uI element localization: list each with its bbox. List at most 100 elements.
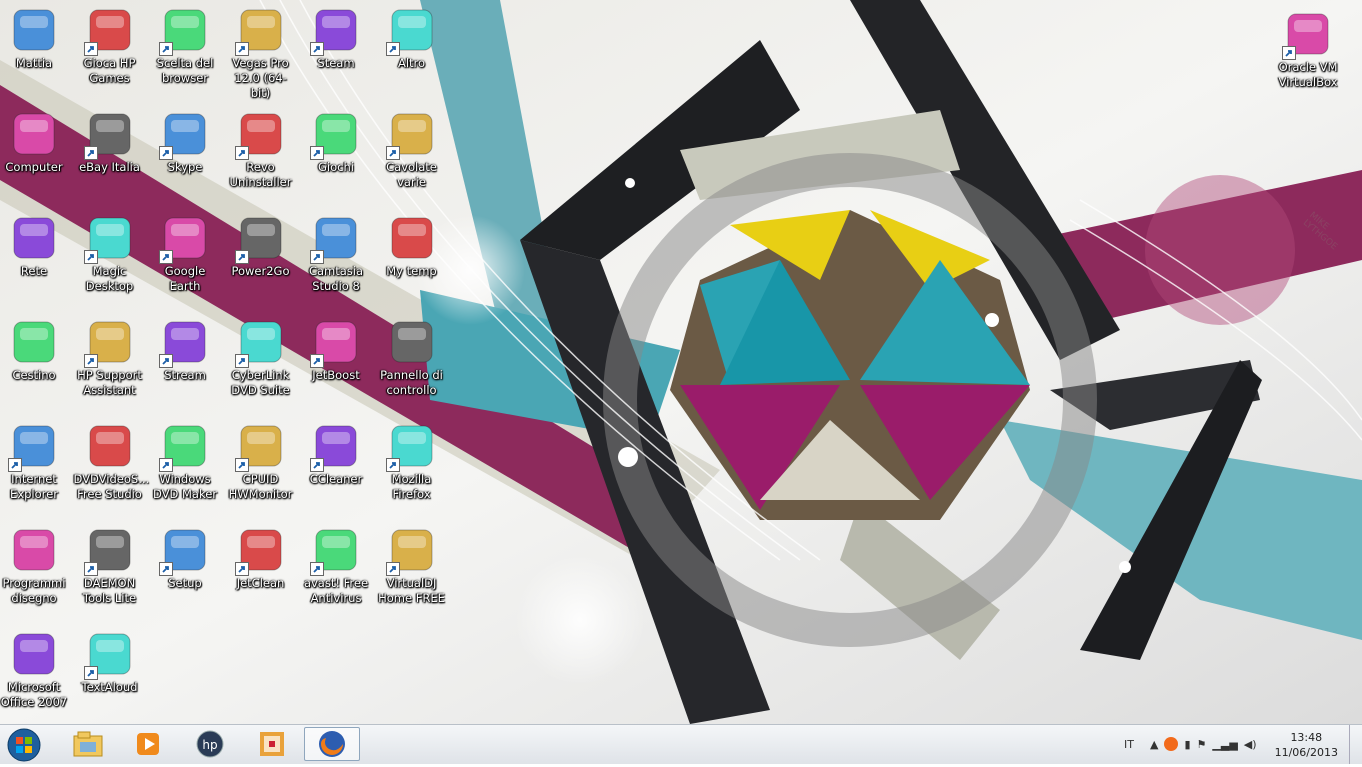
hp-support-icon	[83, 318, 134, 368]
desktop-shortcut[interactable]: VirtualDJ Home FREE	[376, 522, 448, 618]
desktop-shortcut[interactable]: JetClean	[225, 522, 297, 618]
desktop-shortcut[interactable]: Giochi	[300, 106, 372, 202]
desktop-shortcut[interactable]: JetBoost	[300, 314, 372, 410]
usb-device-icon[interactable]: ▮	[1184, 738, 1190, 751]
desktop-shortcut[interactable]: Computer	[0, 106, 70, 202]
drawing-programs-icon	[10, 526, 58, 574]
ebay-icon	[83, 110, 134, 160]
desktop-shortcut[interactable]: Programmi disegno	[0, 522, 70, 618]
taskbar-control-icon[interactable]	[244, 727, 300, 761]
desktop-shortcut[interactable]: Microsoft Office 2007	[0, 626, 70, 722]
desktop-shortcut-label: Setup	[168, 576, 202, 590]
firefox-icon	[385, 422, 436, 472]
show-desktop-button[interactable]	[1349, 725, 1362, 764]
desktop-shortcut-label: avast! Free Antivirus	[303, 576, 369, 605]
avast-tray-icon[interactable]	[1164, 737, 1179, 751]
desktop-shortcut[interactable]: Pannello di controllo	[376, 314, 448, 410]
desktop-shortcut[interactable]: Mozilla Firefox	[376, 418, 448, 514]
shortcut-arrow-icon	[159, 42, 173, 56]
jetboost-icon	[310, 318, 360, 368]
chevron-up-icon[interactable]: ▲	[1150, 738, 1158, 751]
desktop-shortcut[interactable]: Cavolate varie	[376, 106, 448, 202]
shortcut-arrow-icon	[83, 666, 98, 680]
desktop-shortcut-label: Rete	[20, 264, 48, 278]
shortcut-arrow-icon	[1282, 46, 1296, 60]
daemon-tools-icon	[83, 526, 134, 576]
taskbar-explorer-icon[interactable]	[60, 727, 116, 761]
shortcut-arrow-icon	[385, 458, 400, 472]
desktop-shortcut[interactable]: Setup	[149, 522, 221, 618]
desktop-shortcut[interactable]: DVDVideoS... Free Studio	[74, 418, 149, 514]
desktop-shortcut-label: Mozilla Firefox	[391, 472, 432, 501]
desktop-shortcut-label: JetBoost	[312, 368, 360, 382]
recycle-bin-icon	[10, 318, 58, 366]
desktop-shortcut-label: HP Support Assistant	[77, 368, 142, 397]
computer-icon	[10, 110, 58, 158]
start-button[interactable]	[4, 727, 44, 763]
shortcut-arrow-icon	[234, 458, 249, 472]
desktop-shortcut-label: Cavolate varie	[386, 160, 437, 189]
desktop-shortcut-label: eBay Italia	[79, 160, 140, 174]
desktop-shortcut[interactable]: Altro	[376, 2, 448, 98]
desktop-shortcut[interactable]: Cestino	[0, 314, 70, 410]
browser-choice-icon	[159, 6, 209, 56]
desktop-shortcut[interactable]: eBay Italia	[74, 106, 146, 202]
desktop-shortcut[interactable]: HP Support Assistant	[74, 314, 146, 410]
desktop-shortcut[interactable]: Scelta del browser	[149, 2, 221, 98]
desktop-shortcut[interactable]: CyberLink DVD Suite	[225, 314, 297, 410]
virtualbox-icon	[1282, 10, 1332, 60]
shortcut-arrow-icon	[83, 250, 98, 264]
desktop-shortcut-label: Pannello di controllo	[380, 368, 443, 397]
desktop-shortcut[interactable]: Oracle VM VirtualBox	[1272, 6, 1344, 102]
desktop-shortcut[interactable]: Mattia	[0, 2, 70, 98]
taskbar-media-player-icon[interactable]	[120, 727, 176, 761]
vegas-pro-icon	[234, 6, 285, 56]
folder-icon	[385, 110, 436, 160]
desktop-shortcut[interactable]: Internet Explorer	[0, 418, 70, 514]
cyberlink-icon	[234, 318, 285, 368]
desktop-shortcut-label: Stream	[164, 368, 206, 382]
hp-games-icon	[83, 6, 134, 56]
shortcut-arrow-icon	[234, 42, 249, 56]
desktop-shortcut[interactable]: avast! Free Antivirus	[300, 522, 372, 618]
desktop-shortcut-label: Gioca HP Games	[83, 56, 136, 85]
desktop-shortcut-label: Steam	[317, 56, 355, 70]
desktop-shortcut-label: Magic Desktop	[85, 264, 134, 293]
shortcut-arrow-icon	[310, 42, 324, 56]
desktop-shortcut[interactable]: Skype	[149, 106, 221, 202]
desktop-shortcut[interactable]: Gioca HP Games	[74, 2, 146, 98]
desktop-shortcut[interactable]: Power2Go	[225, 210, 297, 306]
shortcut-arrow-icon	[159, 146, 173, 160]
language-indicator[interactable]: IT	[1124, 738, 1134, 751]
dvd-maker-icon	[159, 422, 209, 472]
desktop-shortcut[interactable]: Google Earth	[149, 210, 221, 306]
desktop-shortcut[interactable]: Steam	[300, 2, 372, 98]
desktop-shortcut-label: Vegas Pro 12.0 (64-bit)	[232, 56, 289, 100]
desktop-shortcut[interactable]: Windows DVD Maker	[149, 418, 221, 514]
taskbar-hp-icon[interactable]: hp	[182, 727, 238, 761]
desktop-shortcut[interactable]: Revo Uninstaller	[225, 106, 297, 202]
desktop-shortcut[interactable]: My temp	[376, 210, 448, 306]
desktop-shortcut[interactable]: Vegas Pro 12.0 (64-bit)	[225, 2, 297, 100]
flag-icon[interactable]: ⚑	[1197, 738, 1207, 751]
desktop-shortcut[interactable]: CCleaner	[300, 418, 372, 514]
desktop-shortcut[interactable]: Stream	[149, 314, 221, 410]
desktop-shortcut[interactable]: Rete	[0, 210, 70, 306]
shortcut-arrow-icon	[83, 354, 98, 368]
taskbar-firefox-icon[interactable]	[304, 727, 360, 761]
desktop-shortcut-label: Microsoft Office 2007	[0, 680, 68, 709]
signal-bars-icon[interactable]: ▁▃▅	[1212, 738, 1237, 751]
desktop-shortcut[interactable]: Magic Desktop	[74, 210, 146, 306]
desktop-shortcut[interactable]: Camtasia Studio 8	[300, 210, 372, 306]
dvdvideosoft-icon	[86, 422, 134, 470]
shortcut-arrow-icon	[159, 562, 173, 576]
desktop-shortcut[interactable]: DAEMON Tools Lite	[74, 522, 146, 618]
desktop-shortcut[interactable]: CPUID HWMonitor	[225, 418, 297, 514]
desktop-shortcut[interactable]: TextAloud	[74, 626, 146, 722]
stream-icon	[159, 318, 209, 368]
jetclean-icon	[234, 526, 285, 576]
desktop-shortcut-label: Revo Uninstaller	[229, 160, 292, 189]
system-clock[interactable]: 13:48 11/06/2013	[1275, 730, 1338, 760]
volume-icon[interactable]: ◀)	[1244, 738, 1257, 751]
desktop-shortcut-label: Power2Go	[231, 264, 290, 278]
